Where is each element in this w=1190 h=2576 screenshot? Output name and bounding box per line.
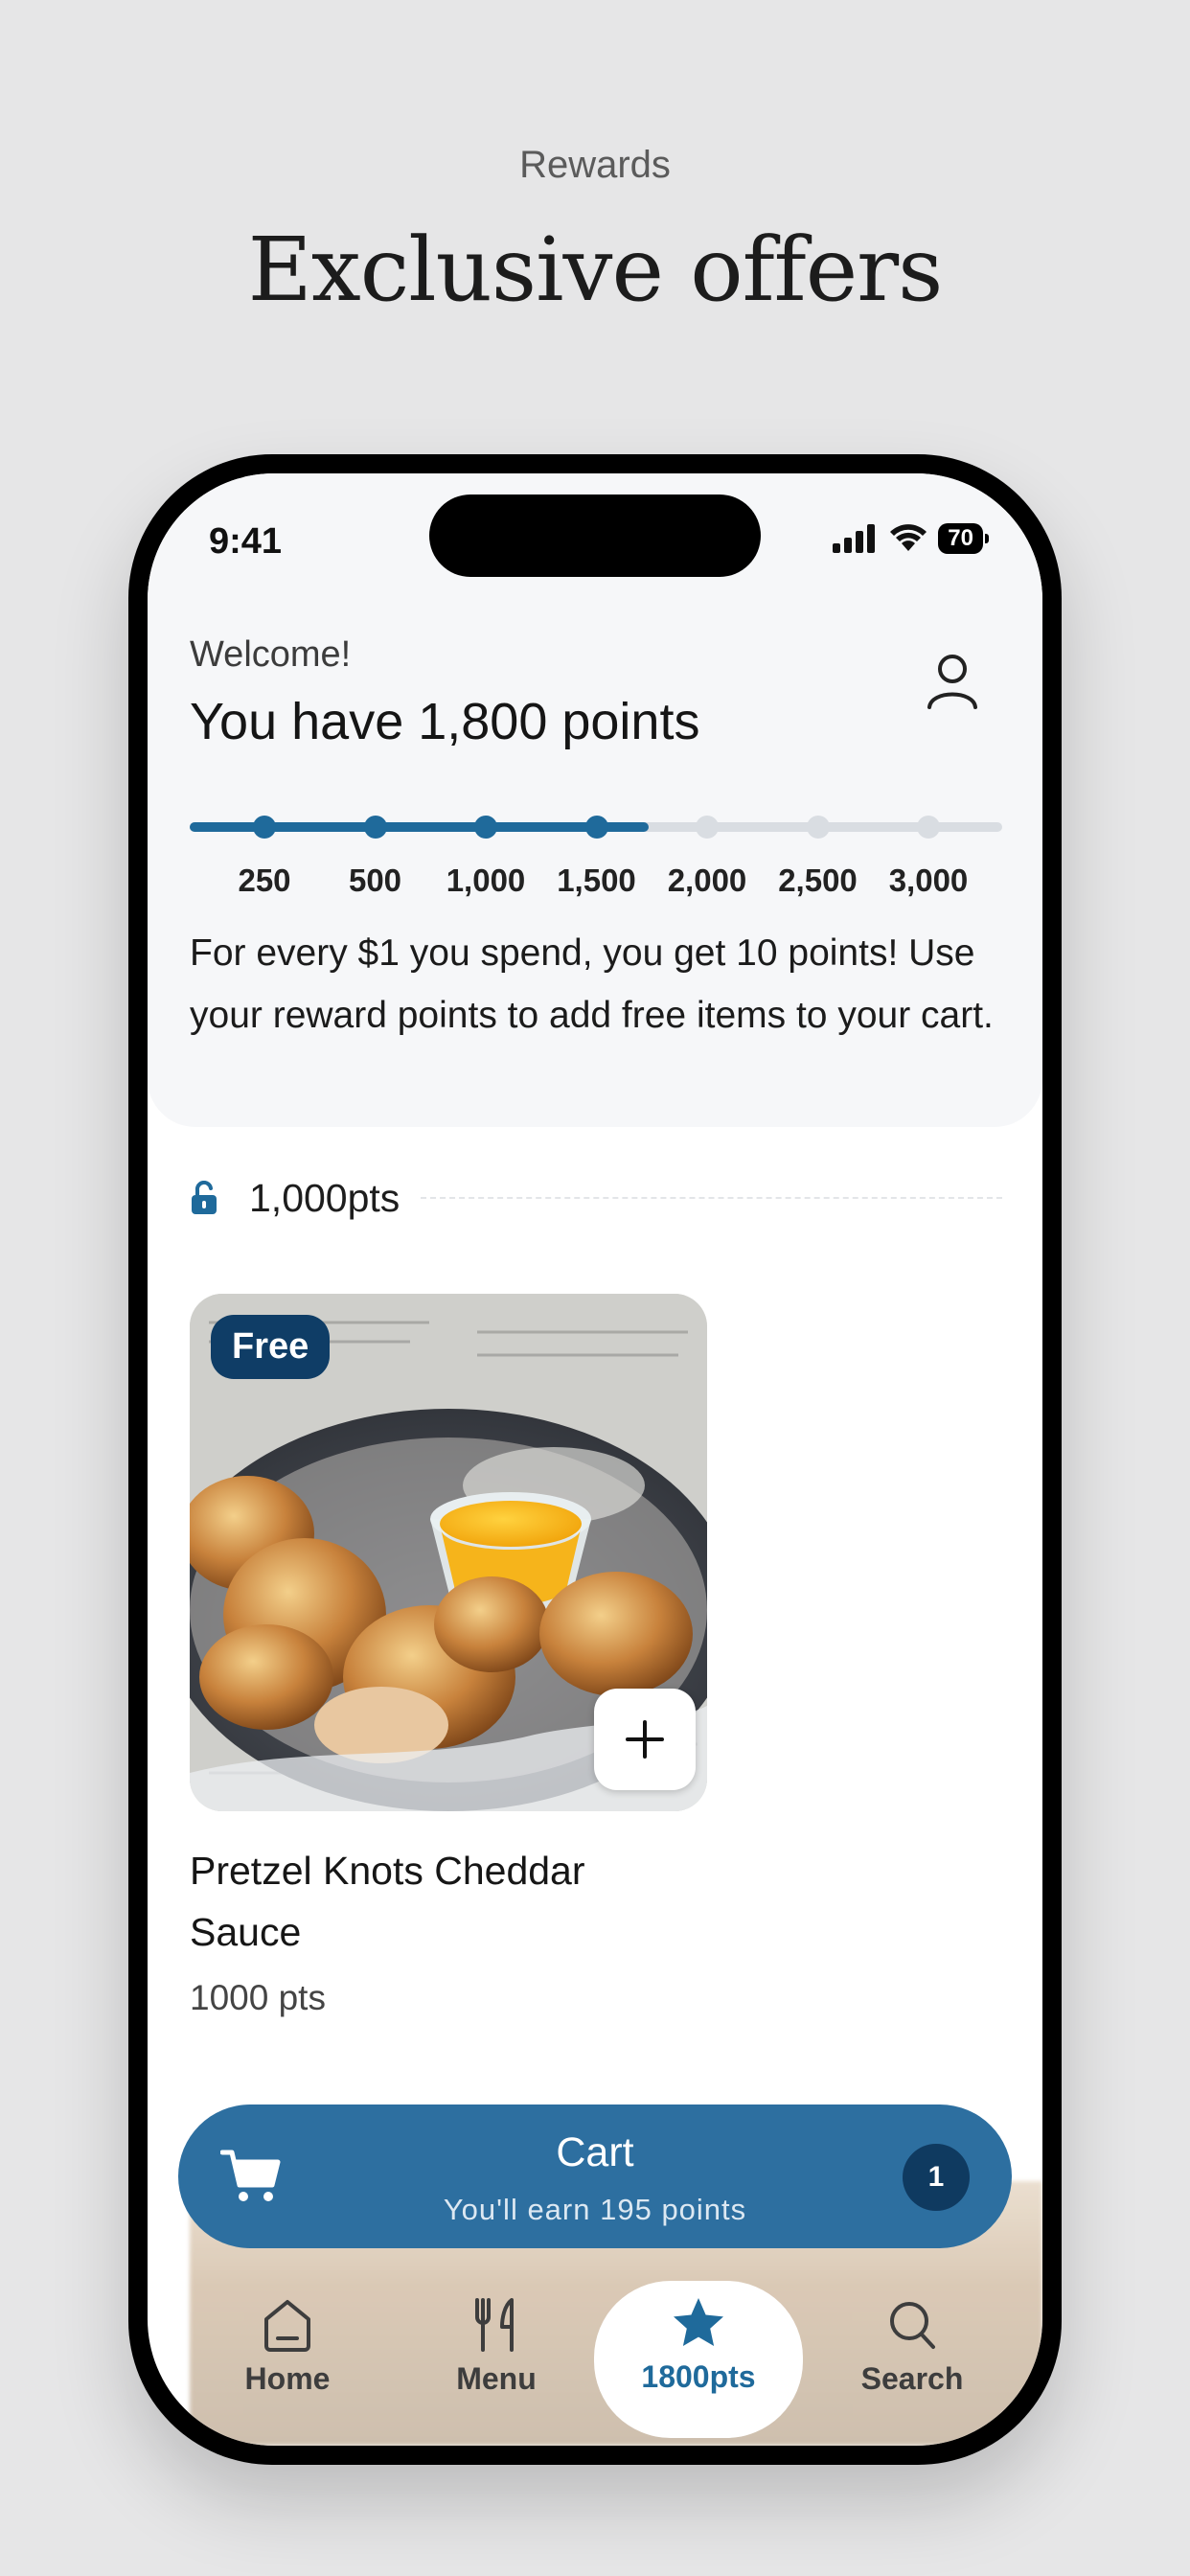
signal-icon xyxy=(833,524,876,553)
unlock-icon xyxy=(192,1181,217,1214)
tab-menu[interactable]: Menu xyxy=(400,2283,592,2426)
cart-count-badge: 1 xyxy=(903,2144,970,2211)
plus-icon xyxy=(626,1720,664,1759)
wifi-icon xyxy=(890,524,927,551)
progress-dot xyxy=(696,816,719,839)
tab-rewards[interactable]: 1800pts xyxy=(594,2281,803,2438)
progress-dot xyxy=(474,816,497,839)
status-time: 9:41 xyxy=(209,521,283,562)
progress-tick-label: 3,000 xyxy=(888,862,969,898)
progress-tick-label: 1,000 xyxy=(446,862,526,898)
progress-tick-label: 500 xyxy=(348,862,402,898)
tab-menu-label: Menu xyxy=(456,2361,537,2396)
progress-dot xyxy=(806,816,830,839)
star-icon xyxy=(674,2298,723,2346)
product-name[interactable]: Pretzel Knots Cheddar Sauce xyxy=(190,1840,688,1963)
tab-rewards-label: 1800pts xyxy=(641,2359,756,2394)
tab-home-label: Home xyxy=(244,2361,331,2396)
points-title: You have 1,800 points xyxy=(190,693,700,750)
dynamic-island xyxy=(429,494,761,577)
progress-tick-label: 1,500 xyxy=(557,862,636,898)
battery-icon: 70 xyxy=(938,523,989,554)
cart-title: Cart xyxy=(556,2129,634,2175)
product-image-card[interactable]: Free xyxy=(190,1294,707,1811)
welcome-text: Welcome! xyxy=(190,634,352,675)
divider xyxy=(421,1197,1002,1199)
search-icon xyxy=(890,2302,935,2349)
promo-headline: Exclusive offers xyxy=(247,218,944,321)
progress-dot xyxy=(917,816,940,839)
points-progress: 250 500 1,000 1,500 2,000 2,500 3,000 xyxy=(190,807,1002,912)
cart-button[interactable]: Cart You'll earn 195 points 1 xyxy=(178,2104,1012,2248)
home-icon xyxy=(264,2300,310,2352)
tab-search-label: Search xyxy=(860,2361,964,2396)
progress-tick-label: 2,000 xyxy=(667,862,747,898)
user-icon xyxy=(927,655,977,709)
progress-dot xyxy=(584,816,608,839)
promo-eyebrow: Rewards xyxy=(519,144,671,186)
cart-subtitle: You'll earn 195 points xyxy=(443,2193,747,2226)
add-to-cart-button[interactable] xyxy=(594,1689,696,1790)
product-points: 1000 pts xyxy=(190,1978,326,2017)
profile-button[interactable] xyxy=(924,652,981,713)
tab-bar: Home Menu 1800pts Search xyxy=(148,2258,1042,2446)
status-icons: 70 xyxy=(833,523,989,554)
utensils-icon xyxy=(475,2298,514,2352)
tab-home[interactable]: Home xyxy=(192,2283,383,2426)
phone-frame: 9:41 70 Welcome! You have 1,800 points 2… xyxy=(128,454,1062,2465)
points-info-text: For every $1 you spend, you get 10 point… xyxy=(190,932,994,1036)
free-badge: Free xyxy=(211,1315,331,1379)
progress-dot xyxy=(363,816,387,839)
tab-search[interactable]: Search xyxy=(816,2283,1008,2426)
phone-screen: 9:41 70 Welcome! You have 1,800 points 2… xyxy=(148,473,1042,2446)
progress-dot xyxy=(253,816,276,839)
progress-tick-label: 250 xyxy=(238,862,291,898)
reward-tier-label: 1,000pts xyxy=(249,1175,400,1220)
progress-tick-label: 2,500 xyxy=(778,862,858,898)
reward-tier-header: 1,000pts xyxy=(190,1169,1002,1227)
